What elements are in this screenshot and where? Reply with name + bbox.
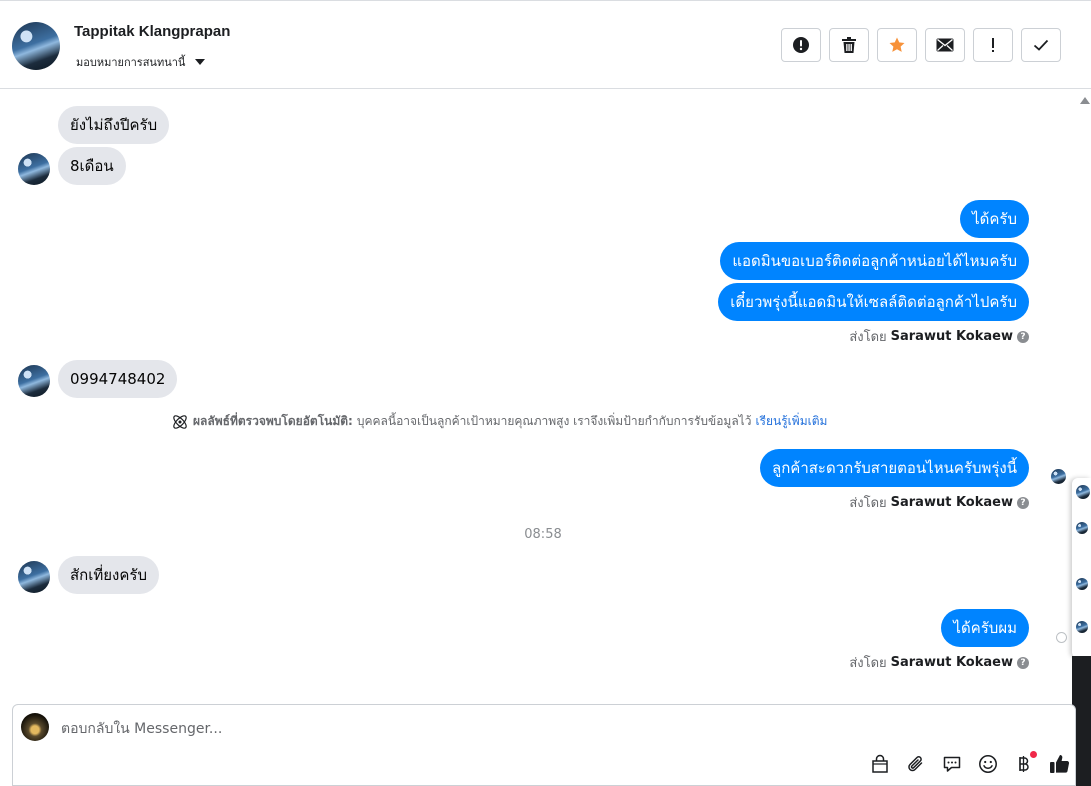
outgoing-message[interactable]: เดี๋ยวพรุ่งนี้แอดมินให้เซลล์ติดต่อลูกค้า… bbox=[718, 283, 1029, 321]
composer-tools bbox=[869, 751, 1071, 775]
sent-by-agent[interactable]: Sarawut Kokaew bbox=[891, 655, 1013, 670]
trash-icon bbox=[842, 37, 856, 53]
star-icon bbox=[889, 37, 905, 52]
saved-reply-icon bbox=[943, 756, 961, 772]
atom-icon bbox=[173, 414, 187, 429]
mini-avatar[interactable] bbox=[1076, 485, 1090, 499]
reply-composer bbox=[12, 704, 1076, 786]
contact-name[interactable]: Tappitak Klangprapan bbox=[74, 23, 230, 40]
contact-avatar-small[interactable] bbox=[18, 561, 50, 593]
delete-button[interactable] bbox=[829, 28, 869, 62]
notice-text: บุคคลนี้อาจเป็นลูกค้าเป้าหมายคุณภาพสูง เ… bbox=[356, 414, 752, 428]
sent-by-prefix: ส่งโดย bbox=[849, 656, 887, 671]
like-button[interactable] bbox=[1049, 753, 1071, 775]
mini-avatar[interactable] bbox=[1076, 522, 1088, 534]
help-icon[interactable]: ? bbox=[1017, 496, 1029, 509]
alert-circle-icon bbox=[793, 37, 809, 53]
notification-dot bbox=[1030, 751, 1037, 758]
incoming-message[interactable]: สักเที่ยงครับ bbox=[58, 556, 159, 594]
saved-reply-button[interactable] bbox=[941, 753, 963, 775]
message-timestamp: 08:58 bbox=[524, 527, 562, 542]
contact-avatar[interactable] bbox=[12, 22, 60, 70]
envelope-icon bbox=[936, 38, 954, 52]
contact-avatar-small[interactable] bbox=[18, 153, 50, 185]
contact-avatar-small[interactable] bbox=[18, 365, 50, 397]
incoming-message[interactable]: ยังไม่ถึงปีครับ bbox=[58, 106, 170, 144]
attach-button[interactable] bbox=[905, 753, 927, 775]
shop-icon bbox=[872, 754, 888, 773]
delivered-check-icon bbox=[1056, 632, 1067, 643]
exclamation-icon bbox=[992, 38, 994, 52]
notice-label: ผลลัพธ์ที่ตรวจพบโดยอัตโนมัติ: bbox=[193, 414, 353, 428]
like-icon bbox=[1050, 755, 1070, 773]
page-avatar bbox=[21, 713, 49, 741]
baht-payment-icon bbox=[1019, 756, 1029, 772]
attachment-icon bbox=[908, 756, 923, 772]
conversation-header: Tappitak Klangprapan มอบหมายการสนทนานี้ bbox=[0, 0, 1091, 89]
auto-detected-notice: ผลลัพธ์ที่ตรวจพบโดยอัตโนมัติ: บุคคลนี้อา… bbox=[171, 412, 827, 431]
assign-conversation-dropdown[interactable]: มอบหมายการสนทนานี้ bbox=[76, 53, 206, 71]
conversation-actions bbox=[781, 28, 1061, 62]
incoming-message[interactable]: 8เดือน bbox=[58, 147, 126, 185]
assign-label: มอบหมายการสนทนานี้ bbox=[76, 56, 186, 69]
sent-by-label: ส่งโดย Sarawut Kokaew ? bbox=[849, 326, 1029, 347]
sent-by-label: ส่งโดย Sarawut Kokaew ? bbox=[849, 492, 1029, 513]
scroll-up-arrow-icon[interactable] bbox=[1080, 97, 1090, 104]
learn-more-link[interactable]: เรียนรู้เพิ่มเติม bbox=[755, 412, 827, 431]
shop-button[interactable] bbox=[869, 753, 891, 775]
caret-down-icon bbox=[195, 59, 206, 65]
mark-done-button[interactable] bbox=[1021, 28, 1061, 62]
help-icon[interactable]: ? bbox=[1017, 656, 1029, 669]
sent-by-prefix: ส่งโดย bbox=[849, 496, 887, 511]
mini-avatar[interactable] bbox=[1076, 578, 1088, 590]
mini-avatar[interactable] bbox=[1076, 621, 1088, 633]
spam-button[interactable] bbox=[781, 28, 821, 62]
sent-by-agent[interactable]: Sarawut Kokaew bbox=[891, 495, 1013, 510]
emoji-button[interactable] bbox=[977, 753, 999, 775]
payment-button[interactable] bbox=[1013, 751, 1037, 775]
incoming-message[interactable]: 0994748402 bbox=[58, 360, 178, 398]
checkmark-icon bbox=[1033, 39, 1049, 51]
sent-by-label: ส่งโดย Sarawut Kokaew ? bbox=[849, 652, 1029, 673]
message-thread[interactable]: ยังไม่ถึงปีครับ 8เดือน ได้ครับ แอดมินขอเ… bbox=[0, 90, 1072, 700]
sent-by-agent[interactable]: Sarawut Kokaew bbox=[891, 329, 1013, 344]
star-button[interactable] bbox=[877, 28, 917, 62]
emoji-icon bbox=[979, 755, 997, 773]
side-conversation-strip[interactable] bbox=[1072, 478, 1091, 658]
follow-up-button[interactable] bbox=[973, 28, 1013, 62]
outgoing-message[interactable]: ได้ครับผม bbox=[941, 609, 1029, 647]
outgoing-message[interactable]: ได้ครับ bbox=[960, 200, 1029, 238]
help-icon[interactable]: ? bbox=[1017, 330, 1029, 343]
outgoing-message[interactable]: แอดมินขอเบอร์ติดต่อลูกค้าหน่อยได้ไหมครับ bbox=[720, 242, 1029, 280]
reply-input[interactable] bbox=[59, 715, 763, 743]
seen-avatar bbox=[1051, 469, 1066, 484]
sent-by-prefix: ส่งโดย bbox=[849, 330, 887, 345]
mark-unread-button[interactable] bbox=[925, 28, 965, 62]
outgoing-message[interactable]: ลูกค้าสะดวกรับสายตอนไหนครับพรุ่งนี้ bbox=[760, 449, 1029, 487]
